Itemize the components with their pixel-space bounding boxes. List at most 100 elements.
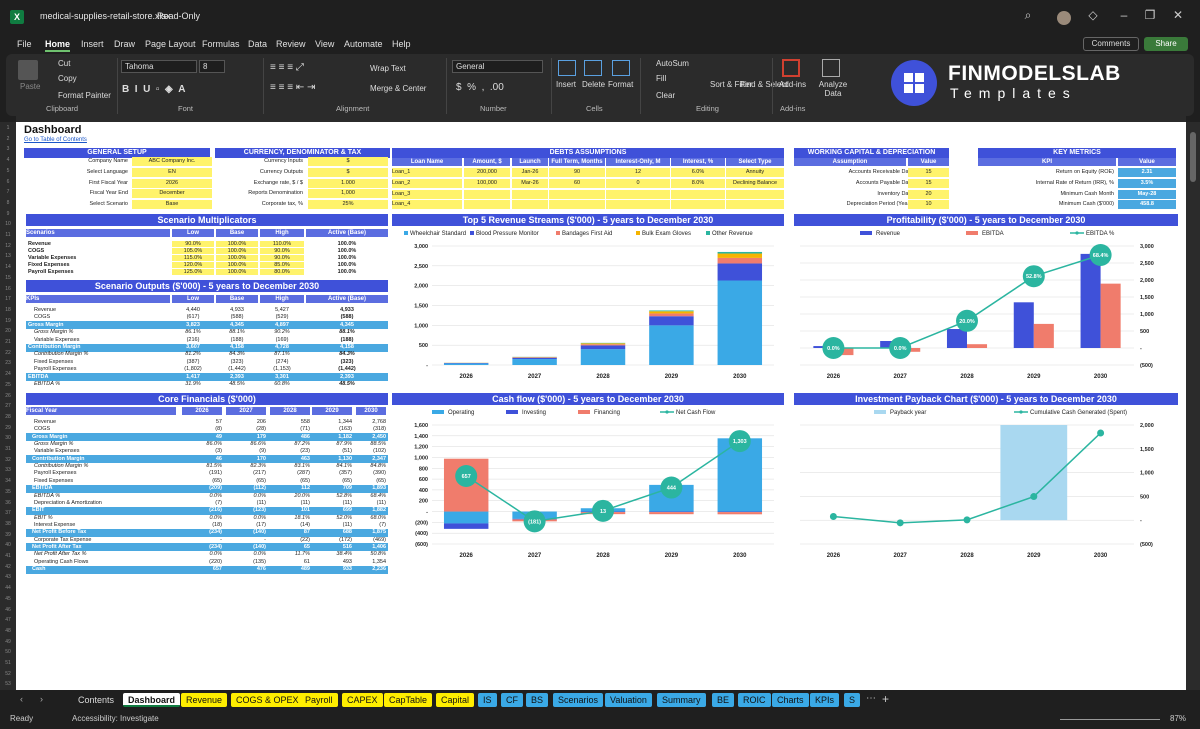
clear-button[interactable]: Clear (656, 91, 675, 100)
tab-valuation[interactable]: Valuation (605, 693, 652, 707)
row-number[interactable]: 23 (0, 360, 16, 366)
zoom-slider[interactable] (1060, 719, 1160, 720)
row-number[interactable]: 18 (0, 307, 16, 313)
prev-sheet-icon[interactable]: ‹ (20, 694, 23, 704)
row-number[interactable]: 36 (0, 500, 16, 506)
tab-charts[interactable]: Charts (772, 693, 809, 707)
paste-icon[interactable] (18, 60, 38, 80)
row-number[interactable]: 16 (0, 286, 16, 292)
vertical-scrollbar[interactable] (1186, 122, 1200, 690)
row-number[interactable]: 30 (0, 435, 16, 441)
search-icon[interactable]: ⌕ (1018, 8, 1038, 23)
row-number[interactable]: 49 (0, 639, 16, 645)
tab-bs[interactable]: BS (526, 693, 549, 707)
tab-payroll[interactable]: Payroll (300, 693, 338, 707)
row-number[interactable]: 52 (0, 671, 16, 677)
row-number[interactable]: 5 (0, 168, 16, 174)
share-button[interactable]: Share (1144, 37, 1188, 51)
row-number[interactable]: 39 (0, 532, 16, 538)
fill-button[interactable]: Fill (656, 74, 666, 83)
row-number[interactable]: 9 (0, 211, 16, 217)
row-number[interactable]: 25 (0, 382, 16, 388)
menu-file[interactable]: File (17, 39, 32, 49)
analyze-data-icon[interactable] (822, 59, 840, 77)
row-number[interactable]: 15 (0, 275, 16, 281)
row-number[interactable]: 27 (0, 403, 16, 409)
row-number[interactable]: 32 (0, 457, 16, 463)
row-number[interactable]: 12 (0, 243, 16, 249)
tab-kpis[interactable]: KPIs (810, 693, 840, 707)
row-number[interactable]: 3 (0, 146, 16, 152)
row-number[interactable]: 37 (0, 510, 16, 516)
tab-revenue[interactable]: Revenue (181, 693, 228, 707)
tab-captable[interactable]: CapTable (384, 693, 433, 707)
align-icons-2[interactable]: ≡ ≡ ≡ ⇤ ⇥ (270, 82, 315, 93)
tab-cogs---opex[interactable]: COGS & OPEX (231, 693, 304, 707)
row-number[interactable]: 41 (0, 553, 16, 559)
avatar[interactable] (1057, 11, 1071, 25)
number-format-select[interactable]: General (452, 60, 543, 73)
row-number[interactable]: 4 (0, 157, 16, 163)
add-sheet-icon[interactable]: + (882, 692, 889, 706)
comments-button[interactable]: Comments (1083, 37, 1139, 51)
row-number[interactable]: 38 (0, 521, 16, 527)
tab-is[interactable]: IS (478, 693, 497, 707)
menu-formulas[interactable]: Formulas (202, 39, 240, 49)
row-number[interactable]: 40 (0, 542, 16, 548)
row-number[interactable]: 50 (0, 649, 16, 655)
font-name-select[interactable]: Tahoma (121, 60, 197, 73)
tab-be[interactable]: BE (712, 693, 735, 707)
analyze-data-button[interactable]: Analyze Data (818, 80, 848, 98)
row-number[interactable]: 31 (0, 446, 16, 452)
row-number[interactable]: 11 (0, 232, 16, 238)
row-number[interactable]: 35 (0, 489, 16, 495)
insert-icon[interactable] (558, 60, 576, 76)
restore-icon[interactable]: ❐ (1140, 8, 1160, 22)
tab-contents[interactable]: Contents (73, 693, 119, 707)
tab-roic[interactable]: ROIC (738, 693, 771, 707)
row-number[interactable]: 7 (0, 189, 16, 195)
row-number[interactable]: 28 (0, 414, 16, 420)
row-number[interactable]: 46 (0, 607, 16, 613)
menu-home[interactable]: Home (45, 39, 71, 52)
row-number[interactable]: 53 (0, 681, 16, 687)
format-button[interactable]: Format (608, 80, 633, 89)
menu-data[interactable]: Data (248, 39, 267, 49)
row-number[interactable]: 14 (0, 264, 16, 270)
row-number[interactable]: 51 (0, 660, 16, 666)
format-painter-button[interactable]: Format Painter (58, 91, 111, 100)
more-sheets-icon[interactable]: ⋯ (866, 693, 876, 704)
worksheet[interactable]: Dashboard Go to Table of Contents GENERA… (16, 122, 1186, 690)
paste-button[interactable]: Paste (20, 82, 40, 91)
row-number[interactable]: 8 (0, 200, 16, 206)
row-number[interactable]: 20 (0, 328, 16, 334)
menu-draw[interactable]: Draw (114, 39, 135, 49)
number-icons[interactable]: $ % , .00 (456, 82, 504, 93)
merge-center-button[interactable]: Merge & Center (370, 84, 426, 93)
next-sheet-icon[interactable]: › (40, 694, 43, 704)
row-number[interactable]: 21 (0, 339, 16, 345)
menu-help[interactable]: Help (392, 39, 411, 49)
tab-scenarios[interactable]: Scenarios (553, 693, 604, 707)
row-number[interactable]: 43 (0, 574, 16, 580)
menu-automate[interactable]: Automate (344, 39, 383, 49)
tab-cf[interactable]: CF (501, 693, 523, 707)
row-number[interactable]: 44 (0, 585, 16, 591)
tab-capex[interactable]: CAPEX (342, 693, 383, 707)
insert-button[interactable]: Insert (556, 80, 576, 89)
row-number[interactable]: 24 (0, 371, 16, 377)
menu-review[interactable]: Review (276, 39, 306, 49)
row-number[interactable]: 13 (0, 253, 16, 259)
tab-summary[interactable]: Summary (657, 693, 706, 707)
format-icon[interactable] (612, 60, 630, 76)
delete-button[interactable]: Delete (582, 80, 605, 89)
copy-button[interactable]: Copy (58, 74, 77, 83)
delete-icon[interactable] (584, 60, 602, 76)
row-header[interactable]: 1 2 3 4 5 6 7 8 9 10 11 12 13 14 15 16 17 18 19 20 21 22 23 24 2… (0, 122, 16, 690)
font-format-icons[interactable]: B I U ▫ ◈ A (122, 84, 185, 95)
font-size-select[interactable]: 8 (199, 60, 225, 73)
menu-page-layout[interactable]: Page Layout (145, 39, 196, 49)
diamond-icon[interactable]: ◇ (1083, 8, 1103, 22)
tab-s[interactable]: S (844, 693, 861, 707)
accessibility-status[interactable]: Accessibility: Investigate (72, 714, 159, 723)
